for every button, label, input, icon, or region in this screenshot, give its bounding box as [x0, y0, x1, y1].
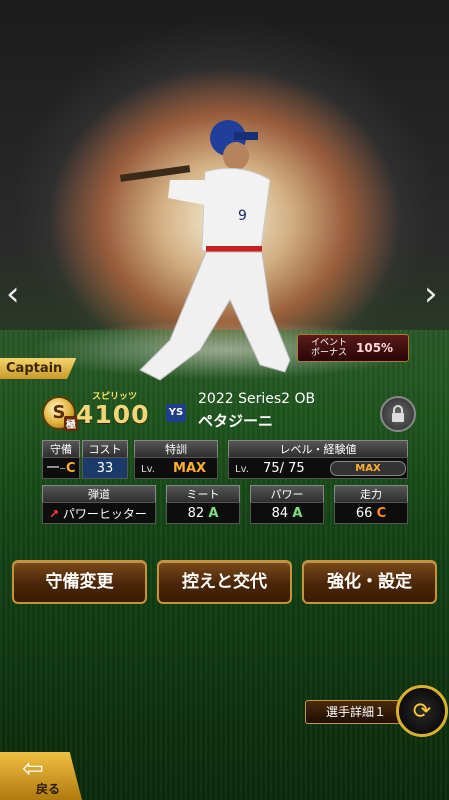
prev-player-arrow[interactable]: ‹ [6, 274, 20, 314]
power-value: 84 A [250, 502, 324, 524]
power-header: パワー [250, 485, 324, 503]
speed-number: 66 [355, 506, 373, 521]
player-detail-button[interactable]: 選手詳細１ [305, 700, 407, 724]
training-lv-label: Lv. [141, 464, 155, 475]
position-header: 守備 [42, 440, 80, 458]
training-max: MAX [173, 461, 207, 476]
trajectory-value: ↗ パワーヒッター [42, 502, 156, 524]
player-illustration: 9 [119, 120, 291, 381]
lock-icon [392, 405, 404, 422]
level-number: 75/ 75 [263, 461, 305, 476]
player-face [223, 142, 249, 170]
meet-grade: A [208, 506, 219, 521]
level-lv-label: Lv. [235, 464, 249, 475]
power-number: 84 [271, 506, 289, 521]
cost-header: コスト [82, 440, 128, 458]
meet-value: 82 A [166, 502, 240, 524]
team-logo-icon: YS [166, 404, 186, 422]
player-bat [119, 165, 191, 182]
change-defense-button[interactable]: 守備変更 [12, 560, 147, 604]
captain-badge: Captain [0, 358, 77, 379]
position-grade: C [65, 461, 76, 476]
chevron-right-icon: › [424, 274, 438, 314]
speed-value: 66 C [334, 502, 408, 524]
meet-number: 82 [187, 506, 205, 521]
player-legs [139, 251, 291, 381]
power-grade: A [292, 506, 303, 521]
refresh-icon[interactable]: ⟳ [396, 685, 448, 737]
chevron-left-icon: ‹ [6, 274, 20, 314]
player-arm [168, 180, 205, 205]
player-name: ペタジーニ [198, 412, 274, 430]
cost-value: 33 [82, 457, 128, 479]
next-player-arrow[interactable]: › [424, 274, 438, 314]
training-header: 特訓 [134, 440, 218, 458]
trajectory-arrow-icon: ↗ [49, 507, 60, 521]
lock-button[interactable] [380, 396, 416, 432]
event-bonus-value: 105% [356, 341, 394, 355]
player-torso [201, 167, 271, 258]
jersey-number: 9 [238, 208, 247, 224]
level-header: レベル・経験値 [228, 440, 408, 458]
helmet-brim [234, 132, 258, 140]
speed-header: 走力 [334, 485, 408, 503]
swap-reserve-button[interactable]: 控えと交代 [157, 560, 292, 604]
event-bonus-badge: イベント ボーナス 105% [297, 334, 409, 362]
card-series: 2022 Series2 OB [198, 391, 316, 407]
speed-grade: C [376, 506, 387, 521]
event-bonus-label: イベント ボーナス [310, 338, 347, 358]
trajectory-header: 弾道 [42, 485, 156, 503]
training-value: Lv. MAX [134, 457, 218, 479]
trajectory-text: パワーヒッター [62, 507, 147, 521]
exp-bar: MAX [330, 461, 406, 476]
meet-header: ミート [166, 485, 240, 503]
back-button[interactable]: ⇦ 戻る [0, 752, 82, 800]
back-label: 戻る [36, 782, 61, 796]
enhance-settings-button[interactable]: 強化・設定 [302, 560, 437, 604]
position-main: 一 [46, 461, 60, 476]
position-value: 一–C [42, 457, 80, 479]
spirits-value: 4100 [76, 400, 150, 429]
